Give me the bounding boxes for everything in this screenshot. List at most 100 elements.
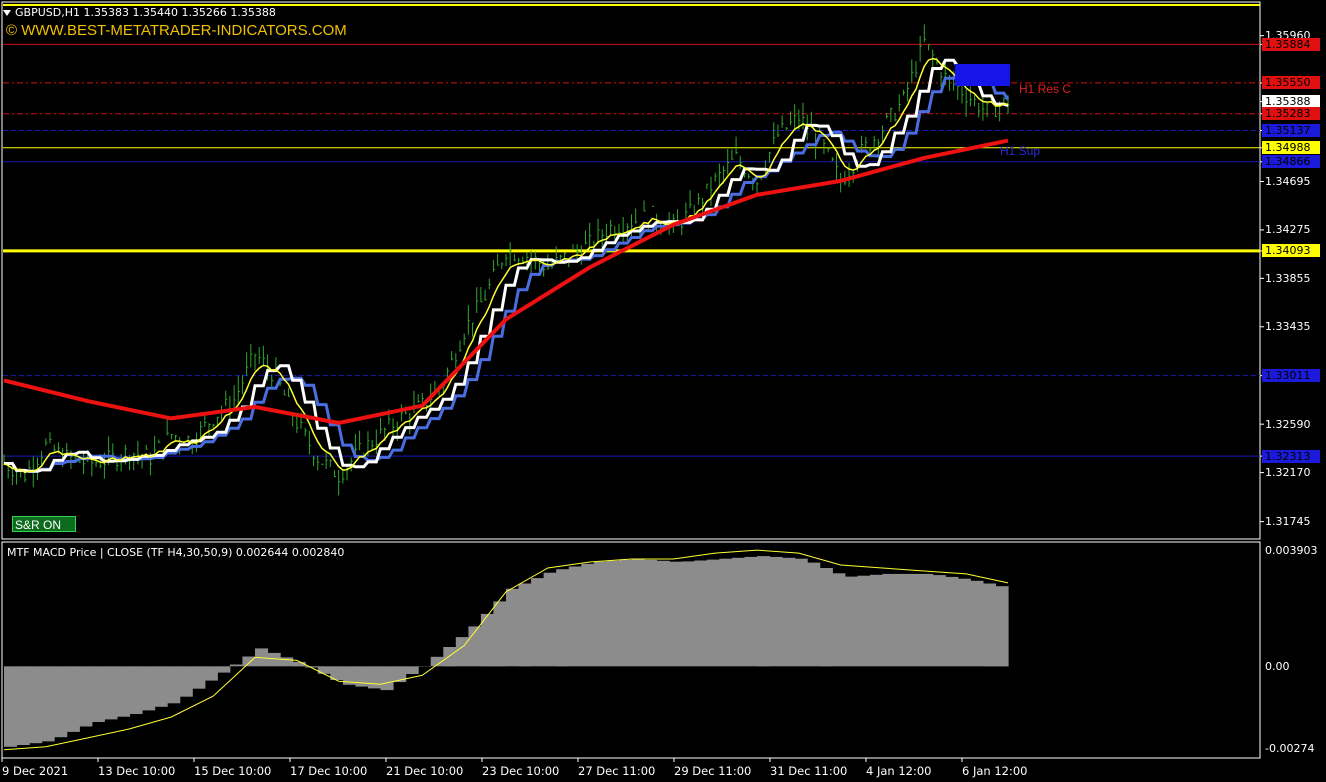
macd-histogram-bar — [782, 557, 796, 667]
price-label: 1.35137 — [1262, 124, 1320, 137]
price-label: 1.34275 — [1265, 223, 1311, 237]
macd-histogram-bar — [581, 563, 595, 667]
macd-histogram-bar — [229, 664, 243, 667]
price-label: 1.35388 — [1262, 95, 1320, 109]
macd-histogram-bar — [104, 666, 118, 720]
price-label: 1.35283 — [1262, 107, 1320, 121]
macd-histogram-bar — [970, 580, 984, 667]
macd-histogram-bar — [870, 574, 884, 667]
chart-canvas[interactable] — [0, 0, 1326, 782]
macd-histogram-bar — [619, 559, 633, 667]
macd-histogram-bar — [882, 573, 896, 667]
macd-histogram-bar — [568, 566, 582, 667]
macd-histogram-bar — [932, 575, 946, 667]
macd-histogram-bar — [757, 556, 771, 667]
watermark: © WWW.BEST-METATRADER-INDICATORS.COM — [6, 22, 347, 39]
macd-histogram-bar — [531, 578, 545, 667]
macd-histogram-bar — [857, 575, 871, 667]
time-label: 17 Dec 10:00 — [290, 764, 368, 778]
price-label: 1.34695 — [1265, 175, 1311, 188]
time-label: 13 Dec 10:00 — [98, 764, 176, 778]
macd-histogram-bar — [957, 578, 971, 667]
macd-histogram-bar — [895, 573, 909, 667]
price-label: 1.32313 — [1262, 449, 1320, 463]
time-label: 23 Dec 10:00 — [482, 764, 560, 778]
time-label: 31 Dec 11:00 — [770, 764, 848, 778]
resistance-label: H1 Res C — [1019, 82, 1072, 96]
time-label: 9 Dec 2021 — [2, 764, 69, 778]
macd-histogram-bar — [380, 666, 394, 691]
macd-histogram-bar — [204, 666, 218, 681]
macd-histogram-bar — [631, 559, 645, 667]
macd-histogram-bar — [982, 583, 996, 667]
macd-histogram-bar — [167, 666, 181, 704]
macd-histogram-bar — [16, 666, 30, 745]
macd-axis-label: 0.00 — [1265, 659, 1290, 673]
macd-histogram-bar — [493, 601, 507, 667]
macd-histogram-bar — [154, 666, 168, 707]
macd-histogram-bar — [518, 583, 532, 667]
price-label: 1.35550 — [1262, 76, 1320, 90]
resistance-zone-box — [955, 64, 1010, 86]
macd-histogram-bar — [317, 666, 331, 674]
price-label: 1.33011 — [1262, 369, 1320, 383]
macd-histogram-bar — [644, 559, 658, 667]
time-label: 21 Dec 10:00 — [386, 764, 464, 778]
price-label: 1.33855 — [1265, 271, 1311, 285]
macd-axis-label: -0.00274 — [1265, 741, 1315, 755]
symbol-header: GBPUSD,H1 1.35383 1.35440 1.35266 1.3538… — [3, 6, 276, 19]
price-label: 1.34093 — [1262, 244, 1320, 258]
time-label: 6 Jan 12:00 — [962, 764, 1028, 778]
macd-histogram-bar — [769, 556, 783, 667]
macd-histogram-bar — [819, 568, 833, 667]
macd-histogram-bar — [744, 556, 758, 667]
macd-histogram-bar — [556, 569, 570, 667]
macd-histogram-bar — [405, 666, 419, 674]
macd-histogram-bar — [945, 576, 959, 667]
price-label: 1.34866 — [1262, 155, 1320, 169]
time-label: 29 Dec 11:00 — [674, 764, 752, 778]
time-label: 27 Dec 11:00 — [578, 764, 656, 778]
macd-histogram-bar — [543, 572, 557, 667]
price-label: 1.33435 — [1265, 320, 1311, 334]
macd-histogram-bar — [606, 560, 620, 667]
macd-histogram-bar — [79, 666, 93, 727]
collapse-triangle-icon[interactable] — [3, 10, 11, 16]
price-label: 1.31745 — [1265, 515, 1311, 529]
symbol-info: GBPUSD,H1 1.35383 1.35440 1.35266 1.3538… — [15, 6, 276, 19]
macd-histogram-bar — [832, 573, 846, 667]
macd-histogram-bar — [506, 588, 520, 667]
snr-toggle-button[interactable]: S&R ON — [12, 516, 76, 532]
macd-histogram-bar — [995, 586, 1009, 667]
macd-histogram-bar — [117, 666, 131, 717]
macd-histogram-bar — [192, 666, 206, 689]
time-label: 4 Jan 12:00 — [866, 764, 932, 778]
macd-histogram-bar — [681, 561, 695, 667]
macd-histogram-bar — [66, 666, 80, 732]
macd-histogram-bar — [41, 666, 55, 742]
macd-histogram-bar — [91, 666, 105, 722]
price-label: 1.35884 — [1262, 37, 1320, 51]
macd-histogram-bar — [443, 647, 457, 667]
macd-histogram-bar — [920, 573, 934, 667]
price-label: 1.32590 — [1265, 417, 1311, 431]
macd-histogram-bar — [694, 560, 708, 667]
macd-histogram-bar — [54, 666, 68, 738]
macd-title: MTF MACD Price | CLOSE (TF H4,30,50,9) 0… — [7, 546, 345, 559]
price-label: 1.34988 — [1262, 141, 1320, 155]
support-label: H1 Sup — [1000, 144, 1041, 158]
macd-histogram-bar — [794, 558, 808, 667]
macd-histogram-bar — [907, 573, 921, 667]
macd-histogram-bar — [719, 558, 733, 667]
macd-histogram-bar — [706, 559, 720, 667]
macd-histogram-bar — [242, 656, 256, 667]
macd-histogram-bar — [280, 657, 294, 667]
macd-histogram-bar — [217, 666, 231, 673]
time-label: 15 Dec 10:00 — [194, 764, 272, 778]
macd-histogram-bar — [669, 561, 683, 667]
macd-histogram-bar — [656, 560, 670, 667]
macd-histogram-bar — [142, 666, 156, 711]
macd-histogram-bar — [179, 666, 193, 697]
macd-histogram-bar — [807, 562, 821, 667]
macd-histogram-bar — [844, 576, 858, 667]
